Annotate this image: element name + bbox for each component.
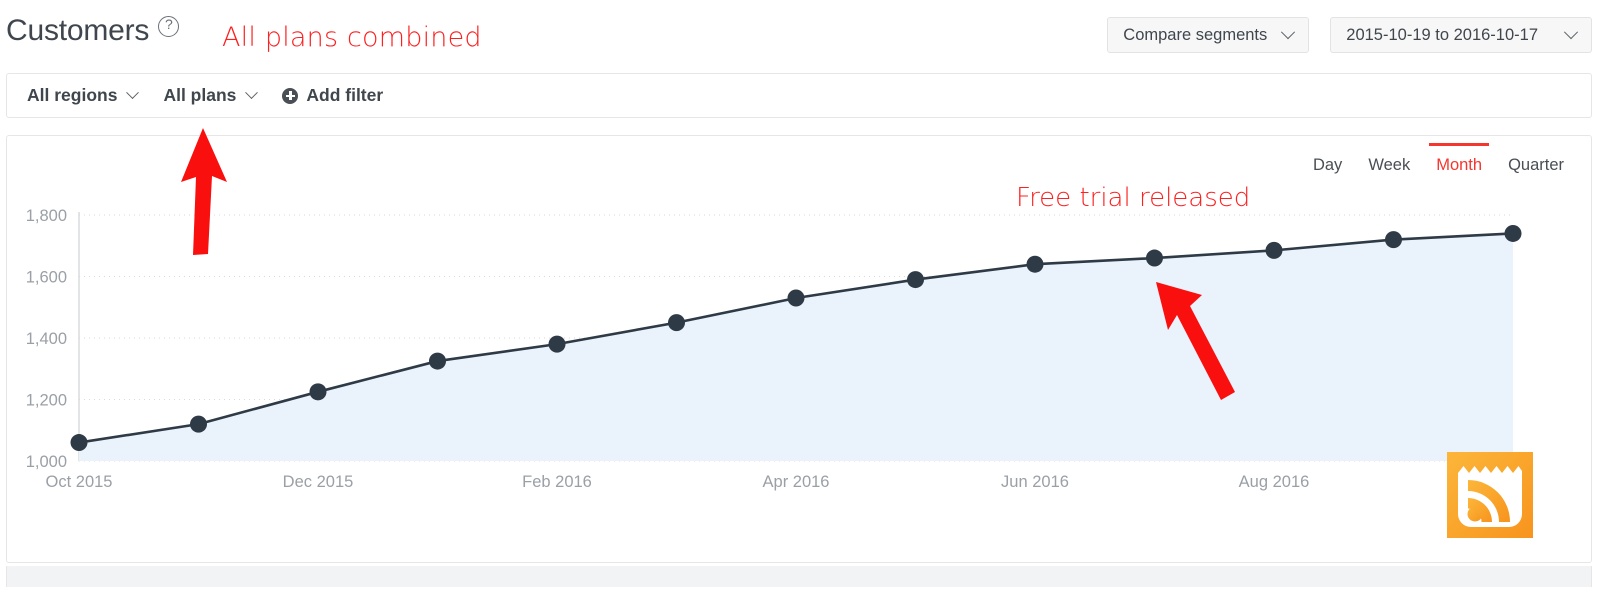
chart-card: Day Week Month Quarter 1,000 1,200 1,400 1,…	[6, 135, 1592, 563]
chart-data-point[interactable]	[190, 415, 207, 433]
filter-plans-label: All plans	[163, 85, 237, 105]
y-axis-tick-label: 1,400	[26, 330, 67, 348]
chevron-down-icon	[245, 86, 259, 100]
chart-data-point[interactable]	[1265, 241, 1283, 259]
chart-data-point[interactable]	[70, 434, 88, 452]
date-range-label: 2015-10-19 to 2016-10-17	[1346, 25, 1538, 44]
x-axis-tick-label: Dec 2015	[283, 473, 354, 491]
rss-feed-icon	[1447, 452, 1533, 538]
y-axis-tick-label: 1,000	[26, 453, 67, 471]
question-circle-icon[interactable]	[158, 15, 180, 37]
x-axis-tick-label: Apr 2016	[763, 473, 830, 491]
y-axis-tick-label: 1,600	[26, 269, 67, 287]
filter-regions[interactable]: All regions	[27, 85, 140, 106]
chart-data-point[interactable]	[1026, 255, 1044, 273]
chevron-down-icon	[126, 86, 140, 100]
chart-data-point[interactable]	[907, 271, 924, 289]
chart-data-point[interactable]	[548, 335, 566, 353]
plus-circle-icon	[282, 87, 299, 104]
chart-data-point[interactable]	[668, 314, 685, 332]
annotation-all-plans-combined: All plans combined	[222, 22, 482, 53]
customers-area-chart: 1,000 1,200 1,400 1,600 1,800 Oct 2015 Dec 201…	[7, 136, 1593, 564]
add-filter-button[interactable]: Add filter	[282, 85, 383, 106]
chevron-down-icon	[1563, 25, 1579, 40]
header-controls: Compare segments 2015-10-19 to 2016-10-1…	[1107, 17, 1592, 53]
page-title-text: Customers	[6, 14, 150, 47]
y-axis-tick-label: 1,200	[26, 392, 67, 410]
x-axis-tick-label: Oct 2015	[46, 473, 113, 491]
filter-bar: All regions All plans Add filter	[6, 73, 1592, 118]
chevron-down-icon	[1281, 25, 1296, 40]
rss-feed-badge[interactable]	[1447, 452, 1533, 538]
chart-data-point[interactable]	[429, 352, 446, 370]
add-filter-label: Add filter	[306, 85, 384, 105]
x-axis-tick-label: Feb 2016	[522, 473, 592, 491]
filter-plans[interactable]: All plans	[163, 85, 259, 106]
x-axis-tick-label: Jun 2016	[1001, 473, 1069, 491]
chart-svg: 1,000 1,200 1,400 1,600 1,800 Oct 2015 Dec 201…	[26, 207, 1522, 491]
chart-data-point[interactable]	[1385, 231, 1402, 249]
page-title: Customers	[6, 14, 180, 48]
page-header: Customers All plans combined Compare seg…	[0, 0, 1600, 72]
compare-segments-label: Compare segments	[1123, 25, 1268, 44]
card-footer-strip	[6, 566, 1592, 587]
chart-data-point[interactable]	[309, 383, 327, 401]
chart-data-point[interactable]	[1504, 224, 1522, 242]
chart-data-point[interactable]	[787, 289, 805, 307]
compare-segments-button[interactable]: Compare segments	[1107, 17, 1310, 53]
chart-data-point[interactable]	[1146, 249, 1163, 267]
y-axis-tick-label: 1,800	[26, 207, 67, 225]
filter-regions-label: All regions	[27, 85, 118, 105]
x-axis-tick-label: Aug 2016	[1239, 473, 1310, 491]
date-range-button[interactable]: 2015-10-19 to 2016-10-17	[1330, 17, 1592, 53]
chart-area-fill	[79, 233, 1513, 461]
